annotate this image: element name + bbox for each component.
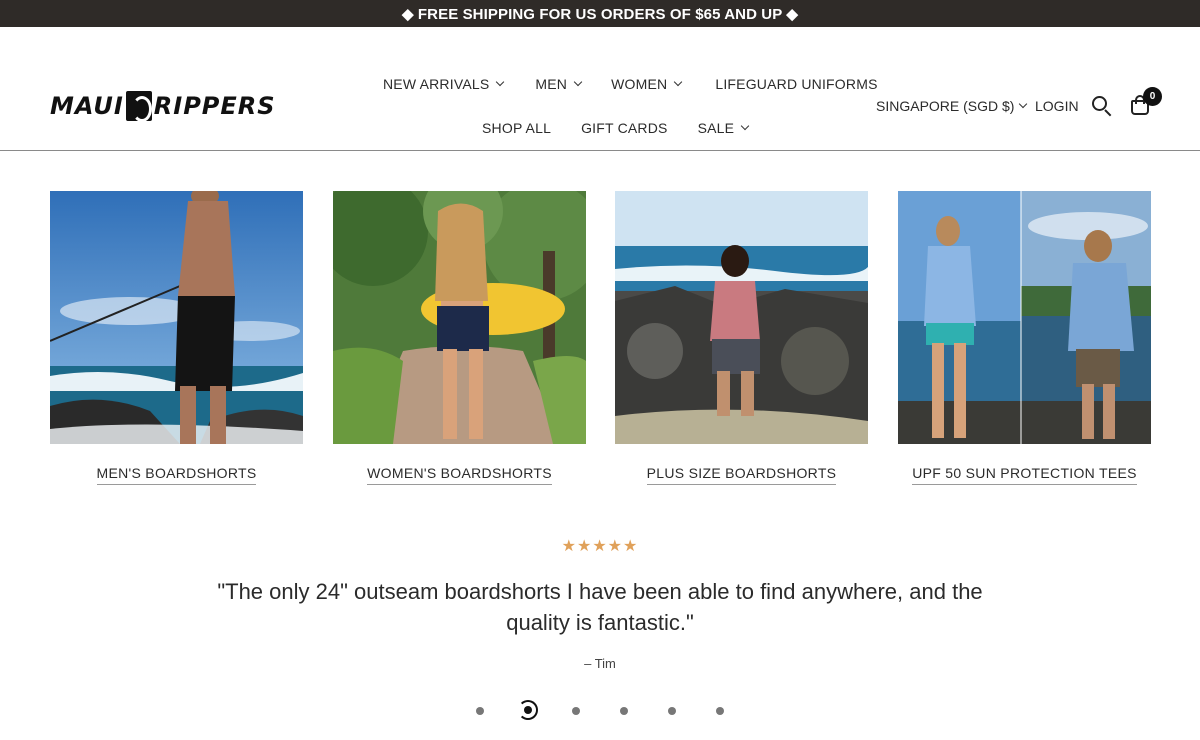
announcement-bar: ◆ FREE SHIPPING FOR US ORDERS OF $65 AND… <box>0 0 1200 27</box>
logo-text-right: RIPPERS <box>153 92 276 120</box>
main-nav-row-2: SHOP ALL GIFT CARDS SALE <box>482 118 750 138</box>
collection-card-mens-boardshorts[interactable] <box>50 191 303 444</box>
nav-label: WOMEN <box>611 76 668 92</box>
collection-image[interactable] <box>50 191 303 444</box>
login-label: LOGIN <box>1035 98 1079 114</box>
collection-card-plus-size-boardshorts[interactable] <box>615 191 868 444</box>
login-link[interactable]: LOGIN <box>1035 95 1079 117</box>
nav-men[interactable]: MEN <box>535 76 583 92</box>
collection-card-upf-50-sun-protection-tees[interactable] <box>898 191 1151 444</box>
nav-women[interactable]: WOMEN <box>611 76 683 92</box>
carousel-dot[interactable] <box>620 707 628 715</box>
nav-label: MEN <box>535 76 568 92</box>
collection-label[interactable]: PLUS SIZE BOARDSHORTS <box>615 465 868 485</box>
testimonial-author: – Tim <box>584 656 616 671</box>
carousel-dot[interactable] <box>668 707 676 715</box>
carousel-dot[interactable] <box>716 707 724 715</box>
collection-card-womens-boardshorts[interactable] <box>333 191 586 444</box>
chevron-down-icon <box>1019 99 1028 109</box>
nav-sale[interactable]: SALE <box>697 120 750 136</box>
main-nav-row-1: NEW ARRIVALS MEN WOMEN LIFEGUARD UNIFORM… <box>383 74 878 94</box>
carousel-dot[interactable] <box>572 707 580 715</box>
nav-label: NEW ARRIVALS <box>383 76 490 92</box>
carousel-dot-active[interactable] <box>518 700 538 720</box>
announcement-text: ◆ FREE SHIPPING FOR US ORDERS OF $65 AND… <box>402 5 798 23</box>
search-icon[interactable] <box>1091 95 1113 117</box>
nav-lifeguard-uniforms[interactable]: LIFEGUARD UNIFORMS <box>715 76 877 92</box>
nav-label: GIFT CARDS <box>581 120 668 136</box>
site-logo[interactable]: MAUI RIPPERS <box>50 89 276 123</box>
chevron-down-icon <box>496 77 505 87</box>
logo-text-left: MAUI <box>50 92 124 120</box>
chevron-down-icon <box>573 77 583 87</box>
nav-label: SHOP ALL <box>482 120 552 136</box>
rating-stars: ★★★★★ <box>561 538 639 555</box>
logo-mark-icon <box>125 91 152 122</box>
nav-label: SALE <box>697 120 735 136</box>
chevron-down-icon <box>740 121 750 131</box>
testimonial-quote: "The only 24" outseam boardshorts I have… <box>217 579 983 635</box>
collection-label[interactable]: MEN'S BOARDSHORTS <box>50 465 303 485</box>
country-selector[interactable]: SINGAPORE (SGD $) <box>876 95 1028 117</box>
carousel-dot[interactable] <box>476 707 484 715</box>
collection-image[interactable] <box>333 191 586 444</box>
site-header: MAUI RIPPERS NEW ARRIVALS MEN WOMEN LIFE… <box>0 27 1200 151</box>
carousel-pagination <box>0 700 1200 722</box>
chevron-down-icon <box>674 77 683 87</box>
nav-gift-cards[interactable]: GIFT CARDS <box>581 120 668 136</box>
cart-count-badge: 0 <box>1143 87 1162 106</box>
collection-label[interactable]: WOMEN'S BOARDSHORTS <box>333 465 586 485</box>
collection-image[interactable] <box>898 191 1151 444</box>
nav-shop-all[interactable]: SHOP ALL <box>482 120 551 136</box>
nav-new-arrivals[interactable]: NEW ARRIVALS <box>383 76 505 92</box>
nav-label: LIFEGUARD UNIFORMS <box>715 76 878 92</box>
country-label: SINGAPORE (SGD $) <box>876 98 1015 114</box>
collection-image[interactable] <box>615 191 868 444</box>
collection-label[interactable]: UPF 50 SUN PROTECTION TEES <box>898 465 1151 485</box>
